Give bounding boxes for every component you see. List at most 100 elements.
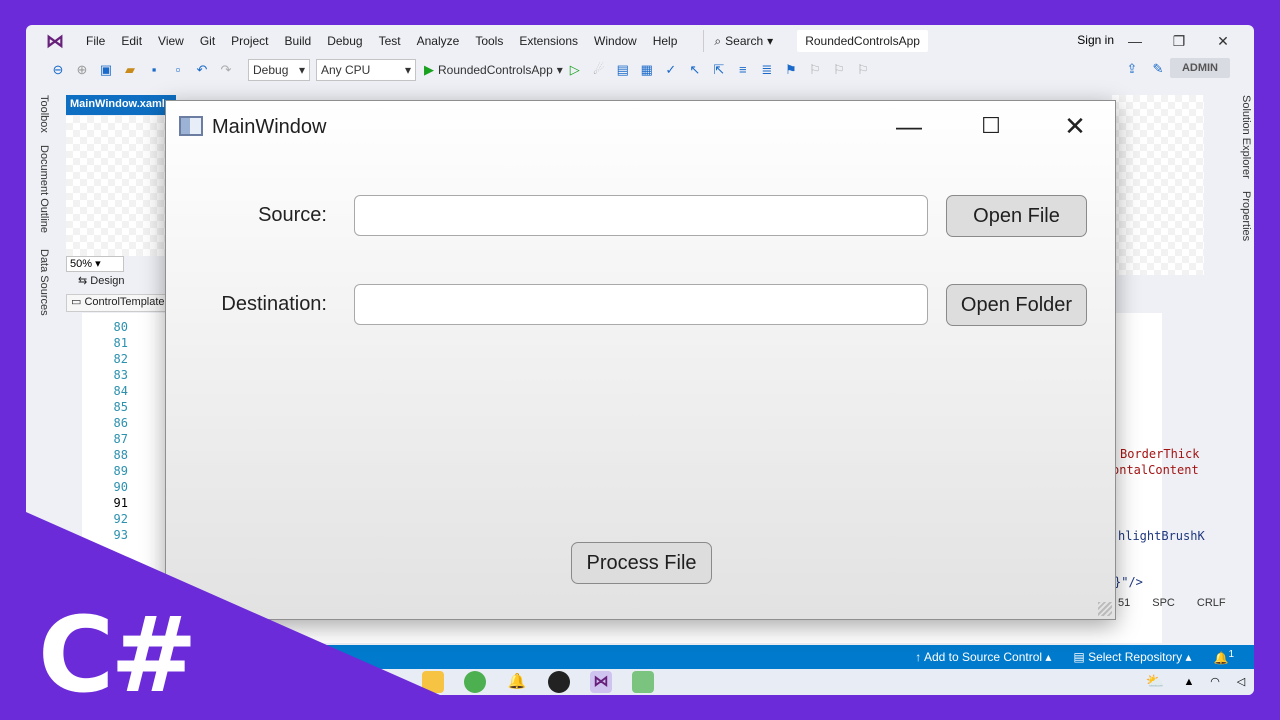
menu-tools[interactable]: Tools xyxy=(467,25,511,57)
add-source-control-button[interactable]: ↑ Add to Source Control ▴ xyxy=(915,650,1051,664)
line-number: 80 xyxy=(113,320,128,334)
track-focus-icon[interactable]: ⇱ xyxy=(710,61,728,79)
volume-icon[interactable]: ◁ xyxy=(1230,671,1252,693)
share-icon[interactable]: ⇪ xyxy=(1123,60,1141,78)
select-repo-label: Select Repository xyxy=(1088,650,1183,664)
resize-grip-icon[interactable] xyxy=(1098,602,1112,616)
destination-input[interactable] xyxy=(354,284,928,325)
spacing-indicator[interactable]: SPC xyxy=(1152,597,1175,615)
solution-name: RoundedControlsApp xyxy=(797,30,928,52)
line-number: 84 xyxy=(113,384,128,398)
new-project-icon[interactable]: ▣ xyxy=(97,61,115,79)
menu-test[interactable]: Test xyxy=(371,25,409,57)
minimize-icon[interactable]: — xyxy=(889,111,929,141)
open-file-button[interactable]: Open File xyxy=(946,195,1087,237)
layout-icon[interactable]: ▦ xyxy=(638,61,656,79)
menu-extensions[interactable]: Extensions xyxy=(511,25,586,57)
outdent-icon[interactable]: ≣ xyxy=(758,61,776,79)
run-button[interactable]: ▶ RoundedControlsApp ▾ xyxy=(424,62,563,78)
line-numbers: 80 81 82 83 84 85 86 87 88 89 90 91 92 9… xyxy=(82,319,128,543)
solution-explorer-tab[interactable]: Solution Explorer xyxy=(1234,95,1252,179)
visual-studio-icon[interactable]: ⋈ xyxy=(44,30,66,52)
current-line-number: 91 xyxy=(113,496,128,510)
toolbox-tab[interactable]: Toolbox xyxy=(32,95,50,133)
right-design-panel xyxy=(1112,95,1204,275)
editor-tab-mainwindow[interactable]: MainWindow.xaml xyxy=(66,95,176,115)
status-bar: ↑ Add to Source Control ▴ ▤ Select Repos… xyxy=(26,645,1254,669)
notification-bell-icon[interactable]: 🔔1 xyxy=(1213,649,1234,665)
vs-restore-icon[interactable]: ❐ xyxy=(1164,30,1194,52)
bookmark-next-icon[interactable]: ⚐ xyxy=(830,61,848,79)
bookmark-prev-icon[interactable]: ⚐ xyxy=(806,61,824,79)
left-tool-strip: Toolbox Document Outline Data Sources xyxy=(32,89,50,379)
file-explorer-icon[interactable] xyxy=(422,671,444,693)
search-icon: ⌕ xyxy=(714,33,722,48)
window-title-bar[interactable]: MainWindow — ☐ ✕ xyxy=(166,101,1115,153)
destination-label: Destination: xyxy=(221,293,327,315)
menu-debug[interactable]: Debug xyxy=(319,25,370,57)
platform-select[interactable]: Any CPU ▾ xyxy=(316,59,416,81)
indent-icon[interactable]: ≡ xyxy=(734,61,752,79)
menu-analyze[interactable]: Analyze xyxy=(409,25,468,57)
notification-app-icon[interactable]: 🔔 xyxy=(506,671,528,693)
undo-icon[interactable]: ↶ xyxy=(193,61,211,79)
save-icon[interactable]: ▪ xyxy=(145,61,163,79)
back-icon[interactable]: ⊖ xyxy=(49,61,67,79)
hot-reload-icon[interactable]: ☄ xyxy=(590,61,608,79)
line-ending-indicator[interactable]: CRLF xyxy=(1197,597,1226,615)
select-repository-button[interactable]: ▤ Select Repository ▴ xyxy=(1073,650,1191,664)
zoom-select[interactable]: 50% ▾ xyxy=(66,256,124,272)
game-app-icon[interactable] xyxy=(464,671,486,693)
search-box[interactable]: ⌕ Search ▾ xyxy=(703,30,783,52)
weather-icon[interactable]: ⛅ xyxy=(1144,671,1166,693)
menu-build[interactable]: Build xyxy=(277,25,320,57)
menu-edit[interactable]: Edit xyxy=(113,25,150,57)
wifi-icon[interactable]: ◠ xyxy=(1204,671,1226,693)
redo-icon[interactable]: ↷ xyxy=(217,61,235,79)
toolbar: ⊖ ⊕ ▣ ▰ ▪ ▫ ↶ ↷ Debug ▾ Any CPU ▾ ▶ Roun… xyxy=(26,57,1254,83)
bookmark-icon[interactable]: ⚑ xyxy=(782,61,800,79)
code-snippet: hlightBrushK xyxy=(1118,529,1205,543)
source-input[interactable] xyxy=(354,195,928,236)
start-without-debug-icon[interactable]: ▷ xyxy=(566,61,584,79)
editor-status: 51 SPC CRLF xyxy=(1112,597,1254,615)
spellcheck-icon[interactable]: ✓ xyxy=(662,61,680,79)
maximize-icon[interactable]: ☐ xyxy=(971,111,1011,141)
vs-minimize-icon[interactable]: — xyxy=(1120,30,1150,52)
chevron-down-icon: ▾ xyxy=(556,63,563,77)
code-snippet: }"/> xyxy=(1114,575,1143,589)
process-file-button[interactable]: Process File xyxy=(571,542,712,584)
chevron-up-icon[interactable]: ▲ xyxy=(1178,671,1200,693)
visual-studio-taskbar-icon[interactable]: ⋈ xyxy=(590,671,612,693)
open-folder-button[interactable]: Open Folder xyxy=(946,284,1087,326)
vs-close-icon[interactable]: ✕ xyxy=(1208,30,1238,52)
select-element-icon[interactable]: ↖ xyxy=(686,61,704,79)
toolbox-icon[interactable]: ▤ xyxy=(614,61,632,79)
menu-view[interactable]: View xyxy=(150,25,192,57)
add-source-label: Add to Source Control xyxy=(923,650,1043,664)
bookmark-clear-icon[interactable]: ⚐ xyxy=(854,61,872,79)
config-value: Debug xyxy=(253,63,289,77)
config-select[interactable]: Debug ▾ xyxy=(248,59,310,81)
run-target-label: RoundedControlsApp xyxy=(438,63,553,77)
app-window-icon[interactable] xyxy=(632,671,654,693)
save-all-icon[interactable]: ▫ xyxy=(169,61,187,79)
close-icon[interactable]: ✕ xyxy=(1055,111,1095,141)
menu-window[interactable]: Window xyxy=(586,25,645,57)
taskbar: 🔔 ⋈ ⛅ ▲ ◠ ◁ xyxy=(26,669,1254,695)
recorder-icon[interactable] xyxy=(548,671,570,693)
menu-project[interactable]: Project xyxy=(223,25,276,57)
menu-git[interactable]: Git xyxy=(192,25,223,57)
sign-in-link[interactable]: Sign in xyxy=(1077,33,1114,47)
window-title: MainWindow xyxy=(212,116,327,138)
menu-help[interactable]: Help xyxy=(645,25,686,57)
open-folder-icon[interactable]: ▰ xyxy=(121,61,139,79)
properties-tab[interactable]: Properties xyxy=(1234,191,1252,241)
feedback-icon[interactable]: ✎ xyxy=(1149,60,1167,78)
forward-icon[interactable]: ⊕ xyxy=(73,61,91,79)
notification-count: 1 xyxy=(1228,649,1234,660)
data-sources-tab[interactable]: Data Sources xyxy=(32,249,50,316)
document-outline-tab[interactable]: Document Outline xyxy=(32,145,50,233)
window-app-icon xyxy=(179,116,203,136)
menu-file[interactable]: File xyxy=(78,25,113,57)
